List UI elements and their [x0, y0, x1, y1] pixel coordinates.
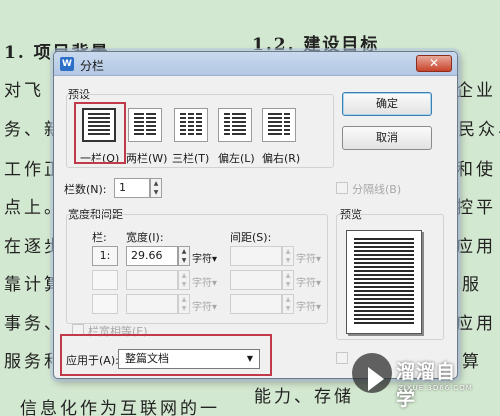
preset-highlight [74, 102, 126, 164]
spacing-input-3[interactable] [230, 294, 282, 314]
width-stepper-2[interactable]: ▲ ▼ [178, 270, 190, 290]
doc-line-right-7: 应用 [456, 314, 496, 334]
dialog-title: 分栏 [80, 59, 105, 73]
spin-up-icon: ▲ [181, 296, 187, 303]
play-icon [368, 367, 384, 391]
spin-up-icon: ▲ [285, 296, 291, 303]
doc-line-right-2: 民众、 [458, 120, 500, 140]
width-stepper-1[interactable]: ▲ ▼ [178, 246, 190, 266]
apply-to-highlight [60, 334, 272, 376]
preset-label-three: 三栏(T) [172, 152, 210, 165]
doc-line-right-4: 控平 [456, 198, 496, 218]
column-number-1: 1: [92, 246, 118, 266]
spin-down-icon: ▼ [285, 305, 291, 312]
spacing-header: 间距(S): [230, 231, 272, 244]
doc-line-right-5: 应用 [456, 237, 496, 257]
close-button[interactable]: ✕ [416, 55, 452, 72]
width-input-3[interactable] [126, 294, 178, 314]
width-unit-3[interactable]: 字符▾ [192, 298, 217, 313]
separator-label: 分隔线(B) [352, 183, 402, 196]
columns-dialog: W 分栏 ✕ 预设 一栏(O) 两栏(W) 三栏(T) 偏左(L) 偏右(R) … [53, 51, 458, 379]
spin-up-icon: ▲ [181, 272, 187, 279]
spacing-unit-1[interactable]: 字符▾ [296, 250, 321, 265]
width-unit-2[interactable]: 字符▾ [192, 274, 217, 289]
dialog-titlebar[interactable]: W 分栏 ✕ [54, 52, 457, 76]
spin-up-icon: ▲ [285, 248, 291, 255]
spacing-stepper-3[interactable]: ▲ ▼ [282, 294, 294, 314]
spacing-unit-2[interactable]: 字符▾ [296, 274, 321, 289]
cancel-button[interactable]: 取消 [342, 126, 432, 150]
width-unit-1[interactable]: 字符▾ [192, 250, 217, 265]
preset-two-columns[interactable] [128, 108, 162, 142]
column-number-2 [92, 270, 118, 290]
wps-writer-icon: W [60, 57, 74, 71]
preset-label-right: 偏右(R) [262, 152, 301, 165]
doc-line-right-1: 企业 [456, 81, 496, 101]
watermark-play-icon [352, 353, 392, 393]
separator-checkbox[interactable] [336, 182, 348, 194]
width-input-2[interactable] [126, 270, 178, 290]
width-stepper-3[interactable]: ▲ ▼ [178, 294, 190, 314]
doc-line-left-1: 对飞 [4, 81, 44, 101]
spacing-stepper-2[interactable]: ▲ ▼ [282, 270, 294, 290]
spacing-unit-3[interactable]: 字符▾ [296, 298, 321, 313]
spin-down-icon: ▼ [153, 189, 159, 196]
column-lines-icon [232, 113, 246, 137]
spin-down-icon: ▼ [285, 281, 291, 288]
column-lines-icon [196, 113, 202, 137]
spacing-stepper-1[interactable]: ▲ ▼ [282, 246, 294, 266]
preset-three-columns[interactable] [174, 108, 208, 142]
spin-down-icon: ▼ [181, 257, 187, 264]
start-new-column-checkbox[interactable] [336, 352, 348, 364]
spin-down-icon: ▼ [285, 257, 291, 264]
spin-up-icon: ▲ [181, 248, 187, 255]
doc-line-bottom-left: 信息化作为互联网的一 [20, 399, 220, 416]
column-lines-icon [224, 113, 230, 137]
column-lines-icon [146, 113, 156, 137]
col-header: 栏: [92, 231, 107, 244]
column-lines-icon [284, 113, 290, 137]
spin-down-icon: ▼ [181, 305, 187, 312]
spacing-input-2[interactable] [230, 270, 282, 290]
spacing-input-1[interactable] [230, 246, 282, 266]
preview-text-lines [354, 238, 414, 326]
watermark-subtitle: ZIXUE.3D66.COM [398, 384, 473, 392]
columns-count-input[interactable]: 1 [114, 178, 150, 198]
column-lines-icon [188, 113, 194, 137]
preview-page [346, 230, 422, 334]
column-lines-icon [268, 113, 282, 137]
doc-line-right-6: 服 [462, 275, 482, 295]
column-lines-icon [134, 113, 144, 137]
spin-up-icon: ▲ [153, 180, 159, 187]
preset-label-two: 两栏(W) [126, 152, 168, 165]
ok-button[interactable]: 确定 [342, 92, 432, 116]
preset-right[interactable] [262, 108, 296, 142]
spin-up-icon: ▲ [285, 272, 291, 279]
width-header: 宽度(I): [126, 231, 164, 244]
preset-label-left: 偏左(L) [218, 152, 255, 165]
columns-count-label: 栏数(N): [64, 183, 107, 196]
doc-line-bottom-right: 能力、存储 [254, 387, 354, 407]
doc-line-right-3: 和使 [456, 160, 496, 180]
column-number-3 [92, 294, 118, 314]
column-lines-icon [180, 113, 186, 137]
spin-down-icon: ▼ [181, 281, 187, 288]
width-input-1[interactable]: 29.66 [126, 246, 178, 266]
zixue-watermark: 溜溜自学 ZIXUE.3D66.COM [348, 347, 474, 410]
preset-left[interactable] [218, 108, 252, 142]
columns-count-stepper[interactable]: ▲ ▼ [150, 178, 162, 198]
